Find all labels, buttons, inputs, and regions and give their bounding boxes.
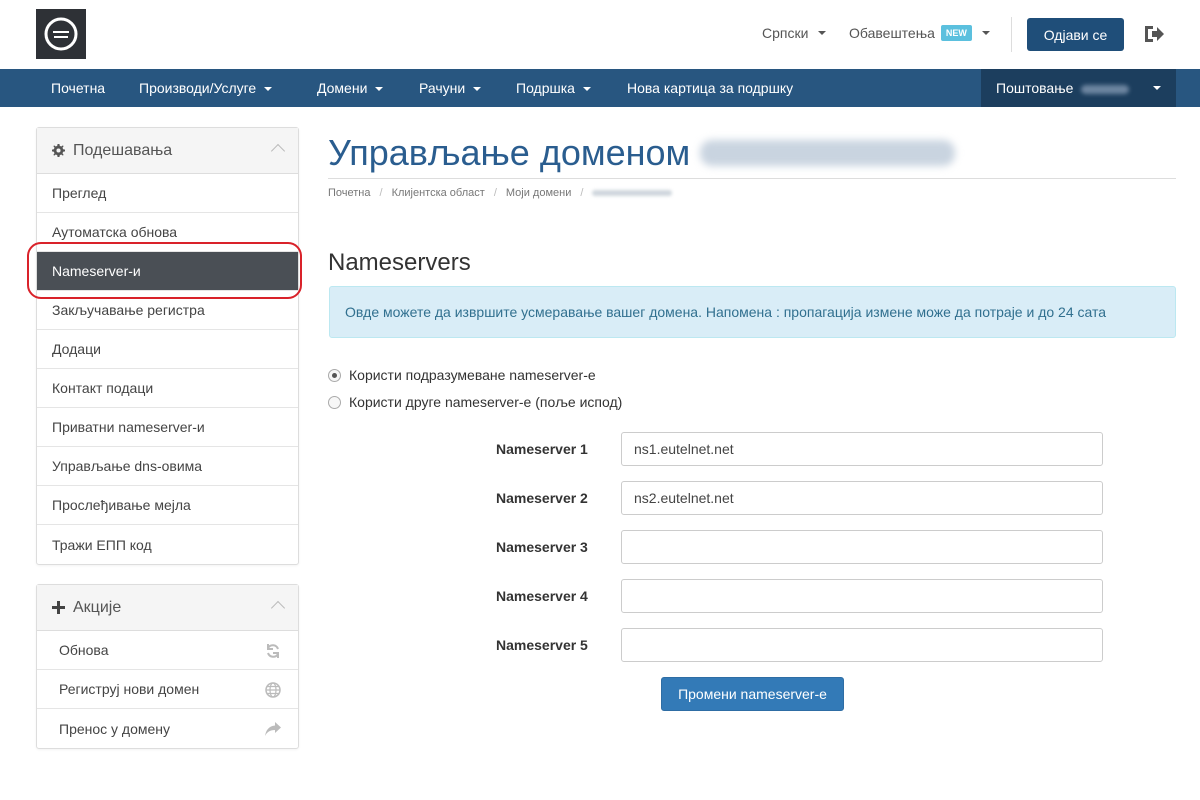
share-arrow-icon: [265, 722, 281, 736]
breadcrumb-separator: /: [379, 187, 383, 199]
radio-default-label: Користи подразумеване nameserver-е: [349, 367, 596, 383]
nav-support[interactable]: Подршка: [516, 69, 591, 107]
sidebar-item-auto-renew[interactable]: Аутоматска обнова: [37, 213, 298, 252]
caret-down-icon: [375, 87, 384, 92]
caret-down-icon: [818, 31, 827, 35]
header-divider: [1011, 17, 1012, 52]
plus-icon: [52, 601, 65, 614]
action-renew-label: Обнова: [59, 642, 109, 658]
notifications-dropdown[interactable]: Обавештења NEW: [849, 25, 990, 41]
sidebar-item-email-forwarding[interactable]: Прослеђивање мејла: [37, 486, 298, 525]
radio-button-checked[interactable]: [328, 368, 341, 382]
nav-domains-label: Домени: [317, 80, 368, 96]
caret-down-icon: [1153, 86, 1161, 90]
nav-billing-label: Рачуни: [419, 80, 466, 96]
nameserver-4-input[interactable]: [621, 579, 1103, 613]
actions-panel-title: Акције: [73, 598, 122, 616]
action-register-domain[interactable]: Региструј нови домен: [37, 670, 298, 709]
nameserver-1-label: Nameserver 1: [496, 441, 588, 457]
caret-down-icon: [582, 87, 591, 92]
radio-default-nameservers[interactable]: Користи подразумеване nameserver-е: [328, 367, 596, 383]
redacted-domain-name: [700, 140, 955, 166]
action-register-label: Региструј нови домен: [59, 681, 200, 697]
breadcrumb-client-area[interactable]: Клијентска област: [392, 187, 485, 199]
language-dropdown[interactable]: Српски: [762, 25, 827, 41]
actions-panel-header: Акције: [37, 585, 298, 631]
nameserver-3-label: Nameserver 3: [496, 539, 588, 555]
sidebar-item-dns-management[interactable]: Управљање dns-овима: [37, 447, 298, 486]
nav-home-label: Почетна: [51, 80, 106, 96]
action-transfer-label: Пренос у домену: [59, 720, 171, 737]
change-nameservers-button[interactable]: Промени nameserver-е: [661, 677, 844, 711]
breadcrumb: Почетна / Клијентска област / Моји домен…: [328, 187, 673, 199]
logo-icon: [44, 17, 78, 51]
breadcrumb-my-domains[interactable]: Моји домени: [506, 187, 571, 199]
action-transfer-domain[interactable]: Пренос у домену: [37, 709, 298, 748]
caret-down-icon: [264, 87, 273, 92]
caret-down-icon: [473, 87, 482, 92]
nameserver-2-input[interactable]: [621, 481, 1103, 515]
account-dropdown[interactable]: Поштовање: [981, 69, 1176, 107]
nav-new-ticket[interactable]: Нова картица за подршку: [627, 69, 793, 107]
radio-custom-nameservers[interactable]: Користи друге nameserver-е (поље испод): [328, 394, 622, 410]
breadcrumb-home[interactable]: Почетна: [328, 187, 371, 199]
sidebar-item-addons[interactable]: Додаци: [37, 330, 298, 369]
nav-products[interactable]: Производи/Услуге: [139, 69, 273, 107]
breadcrumb-separator: /: [493, 187, 497, 199]
logout-button[interactable]: Одјави се: [1027, 18, 1124, 51]
refresh-icon: [267, 644, 279, 658]
actions-panel: Акције Обнова Региструј нови домен Прено…: [36, 584, 299, 749]
nav-new-ticket-label: Нова картица за подршку: [627, 80, 794, 96]
globe-icon: [265, 682, 281, 698]
greeting-label: Поштовање: [996, 80, 1074, 96]
nameserver-5-label: Nameserver 5: [496, 637, 588, 653]
settings-panel: Подешавања Преглед Аутоматска обнова Nam…: [36, 127, 299, 565]
new-badge: NEW: [940, 25, 972, 41]
info-alert-text: Овде можете да извршите усмеравање вашег…: [345, 304, 1107, 320]
logo[interactable]: [36, 9, 86, 59]
top-header: Српски Обавештења NEW Одјави се: [0, 0, 1200, 69]
chevron-up-icon[interactable]: [270, 143, 286, 159]
language-label: Српски: [762, 25, 809, 41]
nameserver-2-label: Nameserver 2: [496, 490, 588, 506]
settings-panel-title: Подешавања: [73, 141, 173, 159]
settings-panel-header: Подешавања: [37, 128, 298, 174]
notifications-label: Обавештења: [849, 25, 935, 41]
action-renew[interactable]: Обнова: [37, 631, 298, 670]
chevron-up-icon[interactable]: [270, 600, 286, 616]
sidebar-item-registrar-lock[interactable]: Закључавање регистра: [37, 291, 298, 330]
page-title: Управљање доменом: [328, 132, 691, 173]
nameserver-1-input[interactable]: [621, 432, 1103, 466]
caret-down-icon: [981, 31, 990, 35]
sidebar-item-contact-info[interactable]: Контакт подаци: [37, 369, 298, 408]
radio-custom-label: Користи друге nameserver-е (поље испод): [349, 394, 623, 410]
nav-support-label: Подршка: [516, 80, 575, 96]
nav-domains[interactable]: Домени: [317, 69, 384, 107]
nav-billing[interactable]: Рачуни: [419, 69, 482, 107]
redacted-username: [1081, 84, 1130, 94]
sidebar-item-overview[interactable]: Преглед: [37, 174, 298, 213]
title-divider: [328, 178, 1176, 179]
sidebar-item-private-nameservers[interactable]: Приватни nameserver-и: [37, 408, 298, 447]
nav-products-label: Производи/Услуге: [139, 80, 257, 96]
gear-icon: [52, 144, 65, 157]
main-navbar: Почетна Производи/Услуге Домени Рачуни П…: [0, 69, 1200, 107]
nameserver-4-label: Nameserver 4: [496, 588, 588, 604]
nameserver-3-input[interactable]: [621, 530, 1103, 564]
info-alert: Овде можете да извршите усмеравање вашег…: [329, 286, 1176, 338]
section-title: Nameservers: [328, 249, 471, 276]
radio-button[interactable]: [328, 395, 341, 409]
breadcrumb-separator: /: [580, 187, 584, 199]
breadcrumb-redacted-domain: [592, 190, 673, 196]
nav-home[interactable]: Почетна: [51, 69, 105, 107]
exit-icon[interactable]: [1143, 24, 1165, 44]
sidebar-item-epp-code[interactable]: Тражи ЕПП код: [37, 525, 298, 564]
sidebar-item-nameservers[interactable]: Nameserver-и: [37, 252, 298, 291]
nameserver-5-input[interactable]: [621, 628, 1103, 662]
